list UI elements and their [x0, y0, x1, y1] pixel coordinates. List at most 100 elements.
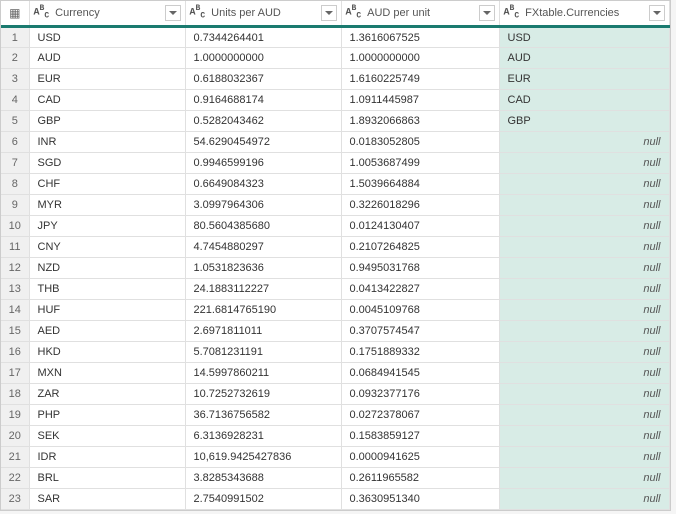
cell-aud[interactable]: 1.6160225749	[341, 69, 499, 90]
cell-aud[interactable]: 1.3616067525	[341, 27, 499, 48]
table-row[interactable]: 21IDR10,619.94254278360.0000941625null	[1, 447, 669, 468]
cell-currency[interactable]: CHF	[29, 174, 185, 195]
cell-fxtable[interactable]: null	[499, 405, 669, 426]
cell-fxtable[interactable]: null	[499, 363, 669, 384]
table-row[interactable]: 2AUD1.00000000001.0000000000AUD	[1, 48, 669, 69]
cell-aud[interactable]: 0.9495031768	[341, 258, 499, 279]
cell-units[interactable]: 10,619.9425427836	[185, 447, 341, 468]
cell-currency[interactable]: JPY	[29, 216, 185, 237]
cell-fxtable[interactable]: null	[499, 216, 669, 237]
cell-units[interactable]: 0.9946599196	[185, 153, 341, 174]
table-row[interactable]: 12NZD1.05318236360.9495031768null	[1, 258, 669, 279]
table-row[interactable]: 6INR54.62904549720.0183052805null	[1, 132, 669, 153]
cell-aud[interactable]: 1.0911445987	[341, 90, 499, 111]
cell-fxtable[interactable]: CAD	[499, 90, 669, 111]
cell-units[interactable]: 3.8285343688	[185, 468, 341, 489]
row-number[interactable]: 12	[1, 258, 29, 279]
row-number[interactable]: 23	[1, 489, 29, 510]
cell-currency[interactable]: AED	[29, 321, 185, 342]
table-row[interactable]: 13THB24.18831122270.0413422827null	[1, 279, 669, 300]
row-number[interactable]: 10	[1, 216, 29, 237]
cell-aud[interactable]: 1.5039664884	[341, 174, 499, 195]
cell-units[interactable]: 54.6290454972	[185, 132, 341, 153]
cell-aud[interactable]: 0.1751889332	[341, 342, 499, 363]
row-number[interactable]: 15	[1, 321, 29, 342]
cell-units[interactable]: 0.9164688174	[185, 90, 341, 111]
table-row[interactable]: 10JPY80.56043856800.0124130407null	[1, 216, 669, 237]
table-row[interactable]: 15AED2.69718110110.3707574547null	[1, 321, 669, 342]
table-row[interactable]: 16HKD5.70812311910.1751889332null	[1, 342, 669, 363]
cell-currency[interactable]: IDR	[29, 447, 185, 468]
cell-currency[interactable]: GBP	[29, 111, 185, 132]
cell-units[interactable]: 24.1883112227	[185, 279, 341, 300]
cell-currency[interactable]: ZAR	[29, 384, 185, 405]
row-number[interactable]: 6	[1, 132, 29, 153]
table-row[interactable]: 9MYR3.09979643060.3226018296null	[1, 195, 669, 216]
table-row[interactable]: 23SAR2.75409915020.3630951340null	[1, 489, 669, 510]
cell-currency[interactable]: CNY	[29, 237, 185, 258]
table-row[interactable]: 8CHF0.66490843231.5039664884null	[1, 174, 669, 195]
cell-aud[interactable]: 0.2611965582	[341, 468, 499, 489]
cell-aud[interactable]: 0.0272378067	[341, 405, 499, 426]
cell-fxtable[interactable]: null	[499, 468, 669, 489]
row-number[interactable]: 11	[1, 237, 29, 258]
row-number[interactable]: 22	[1, 468, 29, 489]
cell-fxtable[interactable]: null	[499, 195, 669, 216]
table-row[interactable]: 19PHP36.71367565820.0272378067null	[1, 405, 669, 426]
cell-currency[interactable]: PHP	[29, 405, 185, 426]
cell-fxtable[interactable]: USD	[499, 27, 669, 48]
cell-fxtable[interactable]: null	[499, 321, 669, 342]
row-number[interactable]: 9	[1, 195, 29, 216]
cell-aud[interactable]: 0.0183052805	[341, 132, 499, 153]
cell-fxtable[interactable]: null	[499, 132, 669, 153]
row-number[interactable]: 14	[1, 300, 29, 321]
table-row[interactable]: 7SGD0.99465991961.0053687499null	[1, 153, 669, 174]
row-number[interactable]: 5	[1, 111, 29, 132]
cell-fxtable[interactable]: AUD	[499, 48, 669, 69]
cell-currency[interactable]: HUF	[29, 300, 185, 321]
cell-fxtable[interactable]: GBP	[499, 111, 669, 132]
cell-aud[interactable]: 1.0053687499	[341, 153, 499, 174]
cell-units[interactable]: 0.6649084323	[185, 174, 341, 195]
column-header-currency[interactable]: ABC Currency	[29, 1, 185, 27]
cell-fxtable[interactable]: null	[499, 153, 669, 174]
cell-units[interactable]: 1.0531823636	[185, 258, 341, 279]
filter-button-fxtable[interactable]	[649, 5, 665, 21]
cell-fxtable[interactable]: null	[499, 237, 669, 258]
cell-units[interactable]: 4.7454880297	[185, 237, 341, 258]
cell-currency[interactable]: SEK	[29, 426, 185, 447]
row-number[interactable]: 2	[1, 48, 29, 69]
row-number[interactable]: 13	[1, 279, 29, 300]
cell-units[interactable]: 14.5997860211	[185, 363, 341, 384]
cell-currency[interactable]: MYR	[29, 195, 185, 216]
table-row[interactable]: 11CNY4.74548802970.2107264825null	[1, 237, 669, 258]
cell-fxtable[interactable]: null	[499, 426, 669, 447]
table-row[interactable]: 5GBP0.52820434621.8932066863GBP	[1, 111, 669, 132]
cell-units[interactable]: 80.5604385680	[185, 216, 341, 237]
cell-fxtable[interactable]: null	[499, 300, 669, 321]
cell-units[interactable]: 2.7540991502	[185, 489, 341, 510]
table-row[interactable]: 20SEK6.31369282310.1583859127null	[1, 426, 669, 447]
cell-units[interactable]: 6.3136928231	[185, 426, 341, 447]
row-number[interactable]: 17	[1, 363, 29, 384]
cell-currency[interactable]: SAR	[29, 489, 185, 510]
cell-aud[interactable]: 0.0684941545	[341, 363, 499, 384]
cell-currency[interactable]: EUR	[29, 69, 185, 90]
cell-aud[interactable]: 0.0124130407	[341, 216, 499, 237]
cell-fxtable[interactable]: null	[499, 384, 669, 405]
cell-currency[interactable]: BRL	[29, 468, 185, 489]
cell-currency[interactable]: SGD	[29, 153, 185, 174]
table-row[interactable]: 4CAD0.91646881741.0911445987CAD	[1, 90, 669, 111]
cell-fxtable[interactable]: EUR	[499, 69, 669, 90]
cell-currency[interactable]: USD	[29, 27, 185, 48]
cell-units[interactable]: 0.5282043462	[185, 111, 341, 132]
row-number[interactable]: 18	[1, 384, 29, 405]
column-header-rownum[interactable]: ▦	[1, 1, 29, 27]
table-row[interactable]: 1USD0.73442644011.3616067525USD	[1, 27, 669, 48]
cell-units[interactable]: 36.7136756582	[185, 405, 341, 426]
cell-aud[interactable]: 1.8932066863	[341, 111, 499, 132]
cell-aud[interactable]: 1.0000000000	[341, 48, 499, 69]
cell-currency[interactable]: THB	[29, 279, 185, 300]
cell-fxtable[interactable]: null	[499, 489, 669, 510]
cell-units[interactable]: 1.0000000000	[185, 48, 341, 69]
